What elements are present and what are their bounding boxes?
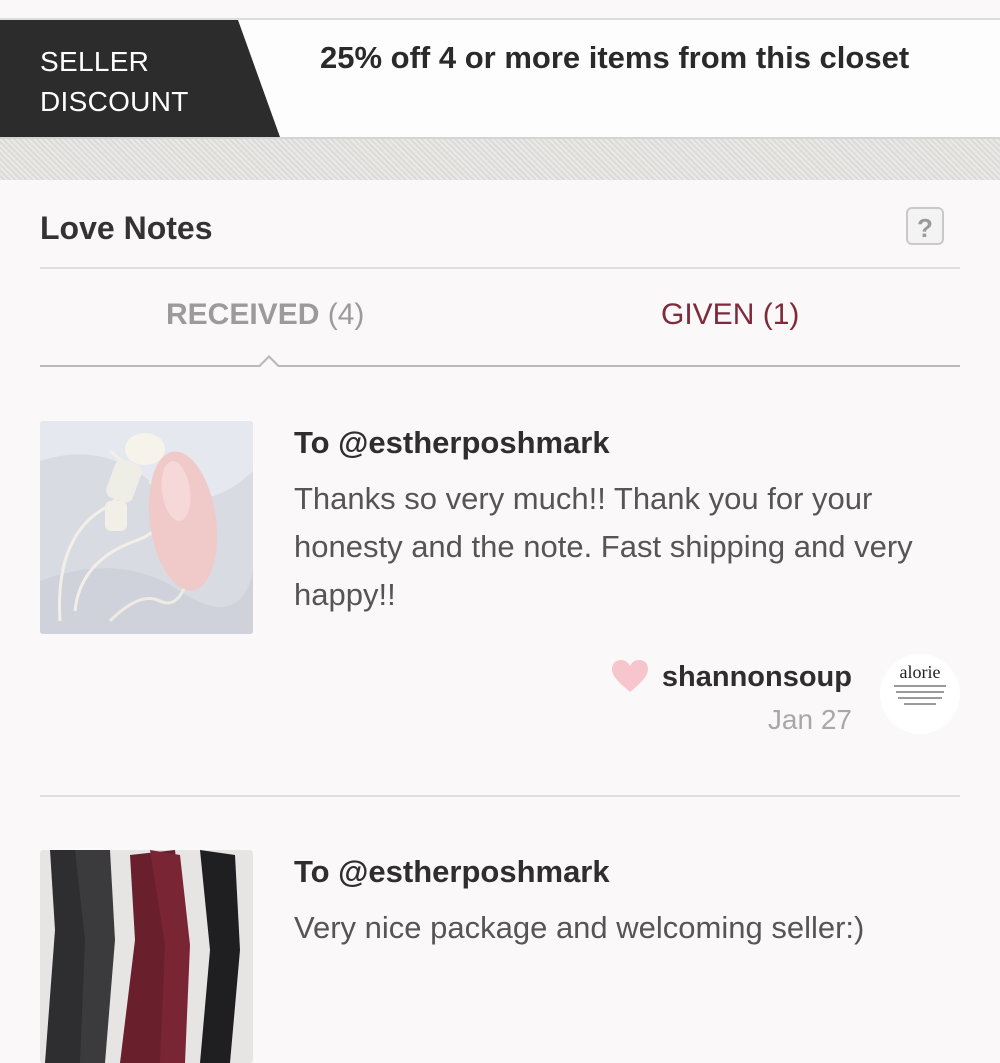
note-divider (40, 795, 960, 797)
tab-given[interactable]: GIVEN (1) (661, 298, 799, 332)
listing-thumbnail[interactable] (40, 850, 253, 1063)
tights-photo (40, 850, 253, 1063)
listing-thumbnail[interactable] (40, 421, 253, 634)
discount-description: 25% off 4 or more items from this closet (320, 40, 910, 75)
love-note-item: To @estherposhmark Thanks so very much!!… (40, 421, 960, 741)
avatar-fine-print (880, 683, 960, 716)
avatar[interactable]: alorie (880, 654, 960, 734)
note-message: Very nice package and welcoming seller:) (294, 910, 865, 945)
note-message: Thanks so very much!! Thank you for your… (294, 481, 913, 612)
section-title: Love Notes (40, 210, 213, 246)
seller-discount-tag: SELLER DISCOUNT (0, 20, 280, 137)
note-author[interactable]: shannonsoup (662, 661, 852, 694)
top-divider (0, 0, 1000, 20)
love-note-item: To @estherposhmark Very nice package and… (40, 850, 960, 1063)
discount-tag-line2: DISCOUNT (40, 86, 189, 117)
help-button[interactable]: ? (906, 207, 944, 245)
seller-discount-banner[interactable]: SELLER DISCOUNT 25% off 4 or more items … (0, 20, 1000, 139)
tab-received-label: RECEIVED (166, 298, 320, 331)
note-date: Jan 27 (767, 704, 852, 735)
tab-given-label: GIVEN (661, 298, 755, 331)
tab-received-count: (4) (327, 298, 365, 331)
tab-received[interactable]: RECEIVED (4) (166, 298, 364, 332)
tab-underline (40, 365, 960, 367)
heart-icon (612, 660, 648, 692)
pink-facial-brush-photo (40, 421, 253, 634)
note-recipient[interactable]: To @estherposhmark (294, 854, 610, 890)
avatar-text: alorie (899, 662, 941, 682)
tab-given-count: (1) (762, 298, 800, 331)
title-divider (40, 267, 960, 269)
section-separator (0, 139, 1000, 180)
discount-tag-line1: SELLER (40, 46, 150, 77)
love-notes-section: Love Notes ? RECEIVED (4) GIVEN (1) To @… (0, 180, 1000, 1063)
note-recipient[interactable]: To @estherposhmark (294, 425, 610, 461)
